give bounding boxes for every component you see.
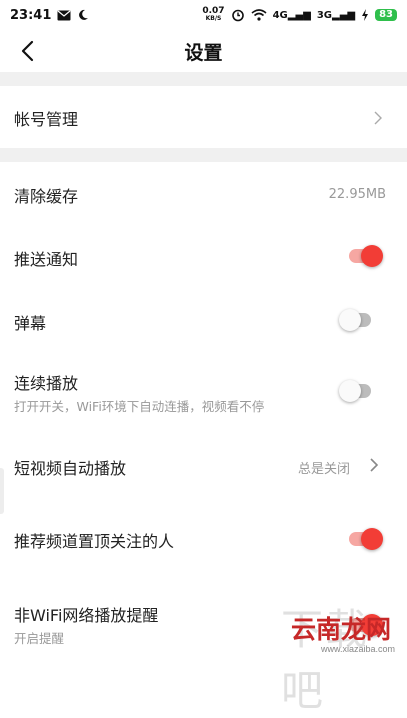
signal-4g: 4G▂▄▆ (272, 9, 311, 21)
pin-followed-label: 推荐频道置顶关注的人 (14, 532, 175, 551)
section-divider (0, 72, 407, 86)
edge-handle (0, 468, 4, 514)
push-notification-toggle[interactable] (347, 245, 383, 267)
continuous-play-description: 打开开关，WiFi环境下自动连播，视频看不停 (14, 399, 265, 414)
status-bar-right: 0.07 KB/S 4G▂▄▆ 3G▂▄▆ 83 (202, 7, 397, 23)
status-bar: 23:41 0.07 KB/S 4G▂▄▆ 3G▂▄▆ 83 (0, 0, 407, 30)
nav-bar: 设置 (0, 30, 407, 72)
alarm-icon (231, 9, 244, 22)
non-wifi-reminder-label: 非WiFi网络播放提醒 (14, 606, 159, 625)
short-video-autoplay-value: 总是关闭 (297, 462, 350, 477)
page-title: 设置 (184, 41, 223, 64)
continuous-play-row: 连续播放 打开开关，WiFi环境下自动连播，视频看不停 (0, 352, 407, 430)
mail-icon (57, 10, 71, 20)
back-arrow-icon[interactable] (16, 38, 42, 64)
account-management-row[interactable]: 帐号管理 (0, 86, 407, 148)
chevron-right-icon (370, 458, 379, 472)
charging-icon (362, 9, 369, 21)
section-divider (0, 148, 407, 162)
watermark: 下载吧 云南龙网 www.xiazaiba.com (281, 596, 401, 715)
danmaku-toggle[interactable] (339, 309, 375, 331)
chevron-right-icon (374, 111, 382, 125)
status-time: 23:41 (10, 7, 52, 23)
clear-cache-label: 清除缓存 (14, 187, 79, 206)
danmaku-row: 弹幕 (0, 288, 407, 352)
clear-cache-row[interactable]: 清除缓存 22.95MB (0, 162, 407, 224)
pin-followed-row: 推荐频道置顶关注的人 (0, 500, 407, 578)
short-video-autoplay-label: 短视频自动播放 (14, 459, 127, 478)
account-management-label: 帐号管理 (14, 110, 79, 129)
network-speed: 0.07 KB/S (202, 6, 225, 23)
pin-followed-toggle[interactable] (347, 528, 383, 550)
non-wifi-reminder-description: 开启提醒 (14, 631, 65, 646)
status-bar-left: 23:41 (10, 8, 89, 23)
continuous-play-label: 连续播放 (14, 374, 79, 393)
wifi-icon (251, 9, 267, 21)
danmaku-label: 弹幕 (14, 314, 47, 333)
signal-3g: 3G▂▄▆ (316, 9, 356, 21)
short-video-autoplay-row[interactable]: 短视频自动播放 总是关闭 (0, 430, 407, 500)
watermark-url: www.xiazaiba.com (320, 644, 395, 654)
continuous-play-toggle[interactable] (339, 380, 375, 402)
battery-indicator: 83 (375, 9, 397, 21)
watermark-text: 云南龙网 (291, 615, 392, 644)
push-notification-row: 推送通知 (0, 224, 407, 288)
moon-icon (79, 9, 89, 20)
push-notification-label: 推送通知 (14, 250, 79, 269)
cache-size-value: 22.95MB (328, 187, 386, 202)
